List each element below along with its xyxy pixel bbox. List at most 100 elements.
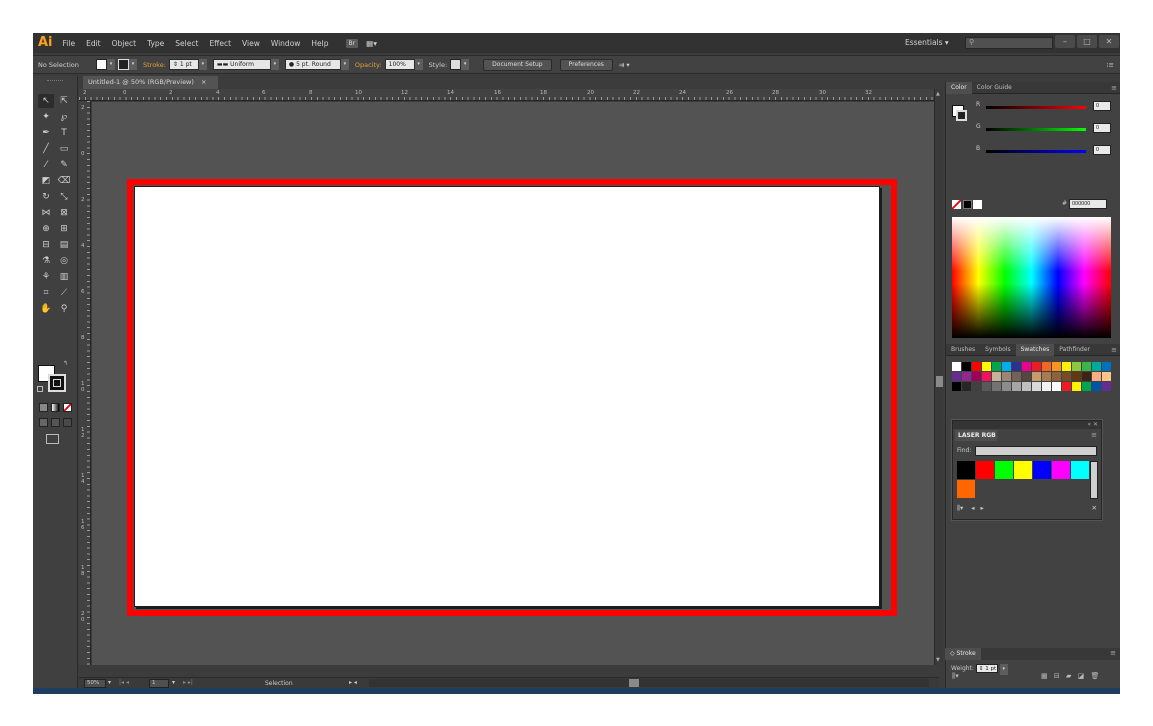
swatch[interactable] xyxy=(972,382,981,391)
library-panel-header[interactable]: « ✕ xyxy=(953,421,1101,429)
swatch[interactable] xyxy=(1062,362,1071,371)
swap-fill-stroke-icon[interactable]: ↰ xyxy=(63,360,68,367)
width-tool-icon[interactable]: ⋈ xyxy=(38,206,54,220)
swatch[interactable] xyxy=(1102,362,1111,371)
swatch[interactable] xyxy=(1032,362,1041,371)
status-menu-icon[interactable]: ▸ ◂ xyxy=(349,679,357,686)
variable-width-profile[interactable]: ▬▬ Uniform xyxy=(212,59,271,70)
opacity-field[interactable]: 100% xyxy=(384,59,415,70)
draw-normal-icon[interactable] xyxy=(39,418,48,427)
line-tool-icon[interactable]: ╱ xyxy=(38,142,54,156)
tab-brushes[interactable]: Brushes xyxy=(946,344,980,356)
library-swatch[interactable] xyxy=(995,461,1013,479)
swatch[interactable] xyxy=(992,372,1001,381)
library-scrollbar[interactable] xyxy=(1090,461,1098,499)
delete-swatch-icon[interactable]: 🗑 xyxy=(1090,672,1099,680)
stroke-weight-input[interactable]: ⇕ 1 pt xyxy=(975,664,998,673)
swatch[interactable] xyxy=(972,362,981,371)
scale-tool-icon[interactable]: ⤡ xyxy=(56,190,72,204)
swatch[interactable] xyxy=(1042,372,1051,381)
menu-file[interactable]: File xyxy=(63,39,76,48)
library-swatch[interactable] xyxy=(976,461,994,479)
library-swatch[interactable] xyxy=(1071,461,1089,479)
magic-wand-tool-icon[interactable]: ✦ xyxy=(38,110,54,124)
tab-symbols[interactable]: Symbols xyxy=(980,344,1015,356)
blue-slider[interactable] xyxy=(986,150,1086,153)
swatch[interactable] xyxy=(1102,372,1111,381)
swatch[interactable] xyxy=(1012,372,1021,381)
pencil-tool-icon[interactable]: ✎ xyxy=(56,158,72,172)
brush-dropdown[interactable]: ▾ xyxy=(340,59,349,70)
draw-inside-icon[interactable] xyxy=(63,418,72,427)
tab-stroke[interactable]: ◇ Stroke xyxy=(945,648,981,660)
swatch[interactable] xyxy=(962,382,971,391)
close-button[interactable]: ✕ xyxy=(1099,35,1119,48)
eyedropper-tool-icon[interactable]: ⚗ xyxy=(38,254,54,268)
color-panel-menu-icon[interactable]: ≡ xyxy=(1111,84,1117,92)
rectangle-tool-icon[interactable]: ▭ xyxy=(56,142,72,156)
tab-color-guide[interactable]: Color Guide xyxy=(972,82,1017,94)
arrange-documents-icon[interactable]: ▦▾ xyxy=(366,39,377,48)
red-slider[interactable] xyxy=(986,106,1086,109)
hand-tool-icon[interactable]: ✋ xyxy=(38,302,54,316)
zoom-dropdown[interactable]: ▾ xyxy=(108,679,111,686)
vertical-scroll-thumb[interactable] xyxy=(936,376,943,387)
fill-swatch[interactable] xyxy=(96,59,107,70)
menu-view[interactable]: View xyxy=(242,39,260,48)
blob-brush-tool-icon[interactable]: ◩ xyxy=(38,174,54,188)
opacity-dropdown[interactable]: ▾ xyxy=(414,59,423,70)
swatch[interactable] xyxy=(1082,382,1091,391)
tab-swatches[interactable]: Swatches xyxy=(1015,343,1055,356)
color-mode-icon[interactable] xyxy=(39,403,48,412)
type-tool-icon[interactable]: T xyxy=(56,126,72,140)
graphic-style-swatch[interactable] xyxy=(450,59,462,70)
vertical-ruler[interactable]: 2 0 2 4 6 8 1 0 1 2 1 4 1 6 1 8 2 0 xyxy=(79,101,91,665)
menu-effect[interactable]: Effect xyxy=(209,39,231,48)
swatch-options-icon[interactable]: ⊟ xyxy=(1054,672,1060,680)
library-menu-icon[interactable]: ⫼▾ xyxy=(957,504,963,513)
scroll-up-icon[interactable]: ▲ xyxy=(936,91,940,97)
style-dropdown[interactable]: ▾ xyxy=(461,59,470,70)
swatch[interactable] xyxy=(1092,372,1101,381)
stroke-swatch[interactable] xyxy=(118,59,129,70)
swatch[interactable] xyxy=(1032,372,1041,381)
zoom-tool-icon[interactable]: ⚲ xyxy=(56,302,72,316)
swatch[interactable] xyxy=(1002,382,1011,391)
paintbrush-tool-icon[interactable]: ⁄ xyxy=(38,158,54,172)
slice-tool-icon[interactable]: ⟋ xyxy=(56,286,72,300)
vertical-scrollbar[interactable]: ▲ ▼ xyxy=(934,89,943,665)
gradient-tool-icon[interactable]: ▤ xyxy=(56,238,72,252)
library-panel-menu-icon[interactable]: ≡ xyxy=(1091,431,1097,439)
green-slider[interactable] xyxy=(986,128,1086,131)
library-swatch[interactable] xyxy=(1052,461,1070,479)
menu-object[interactable]: Object xyxy=(112,39,136,48)
gradient-mode-icon[interactable] xyxy=(51,403,60,412)
swatch[interactable] xyxy=(1042,362,1051,371)
swatch[interactable] xyxy=(1072,382,1081,391)
swatch[interactable] xyxy=(1022,372,1031,381)
swatch[interactable] xyxy=(1012,362,1021,371)
next-artboard-icon[interactable]: ▸ ▸| xyxy=(183,679,193,686)
swatch[interactable] xyxy=(1002,362,1011,371)
artboard[interactable] xyxy=(134,186,880,607)
fill-dropdown[interactable]: ▾ xyxy=(107,59,115,70)
swatch[interactable] xyxy=(1072,362,1081,371)
swatch[interactable] xyxy=(1052,382,1061,391)
swatch[interactable] xyxy=(1052,372,1061,381)
swatch[interactable] xyxy=(952,372,961,381)
direct-selection-tool-icon[interactable]: ⇱ xyxy=(56,94,72,108)
column-graph-tool-icon[interactable]: ▥ xyxy=(56,270,72,284)
mesh-tool-icon[interactable]: ⊟ xyxy=(38,238,54,252)
screen-mode-icon[interactable] xyxy=(46,434,59,444)
tab-color[interactable]: Color xyxy=(946,81,972,94)
blend-tool-icon[interactable]: ◎ xyxy=(56,254,72,268)
color-spectrum[interactable] xyxy=(952,217,1111,338)
green-value-field[interactable] xyxy=(1093,123,1111,133)
swatch[interactable] xyxy=(1082,362,1091,371)
perspective-grid-tool-icon[interactable]: ⊞ xyxy=(56,222,72,236)
artboard-tool-icon[interactable]: ⌗ xyxy=(38,286,54,300)
free-transform-tool-icon[interactable]: ⊠ xyxy=(56,206,72,220)
show-swatch-kinds-icon[interactable]: ▦ xyxy=(1041,672,1048,680)
menu-type[interactable]: Type xyxy=(147,39,164,48)
profile-dropdown[interactable]: ▾ xyxy=(270,59,279,70)
